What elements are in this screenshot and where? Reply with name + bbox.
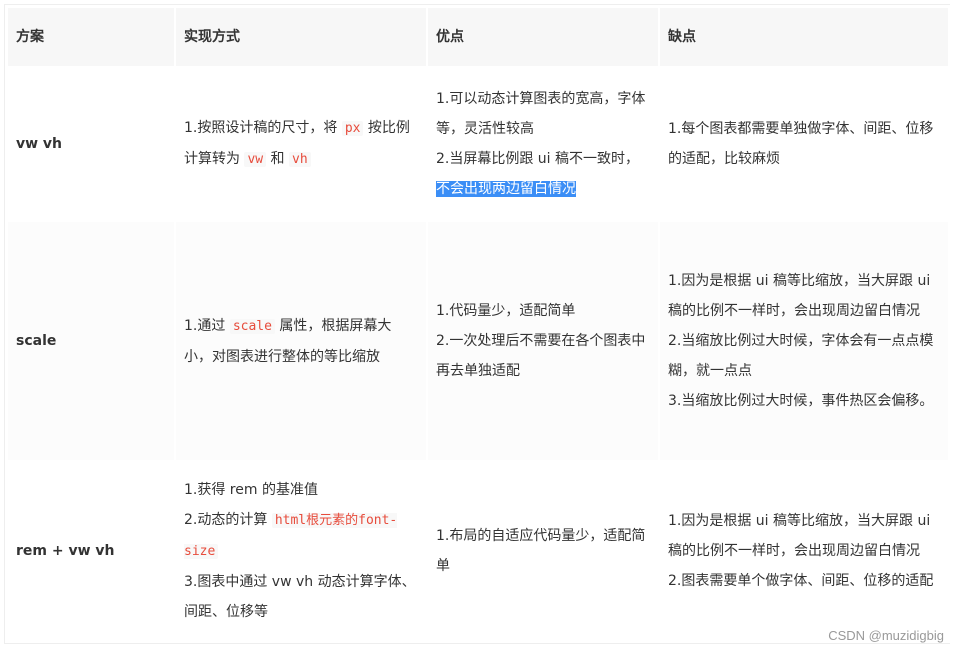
row-cons: 1.因为是根据 ui 稿等比缩放，当大屏跟 ui 稿的比例不一样时，会出现周边留… <box>660 222 948 460</box>
table-row: rem + vw vh 1.获得 rem 的基准值 2.动态的计算 html根元… <box>8 462 948 640</box>
row-cons: 1.每个图表都需要单独做字体、间距、位移的适配，比较麻烦 <box>660 68 948 220</box>
row-pros: 1.布局的自适应代码量少，适配简单 <box>428 462 658 640</box>
row-cons: 1.因为是根据 ui 稿等比缩放，当大屏跟 ui 稿的比例不一样时，会出现周边留… <box>660 462 948 640</box>
table-row: vw vh 1.按照设计稿的尺寸，将 px 按比例计算转为 vw 和 vh 1.… <box>8 68 948 220</box>
inline-code: vw <box>244 152 267 167</box>
table-header-row: 方案 实现方式 优点 缺点 <box>8 8 948 66</box>
row-pros: 1.可以动态计算图表的宽高，字体等，灵活性较高 2.当屏幕比例跟 ui 稿不一致… <box>428 68 658 220</box>
selected-text[interactable]: 不会出现两边留白情况 <box>436 181 576 197</box>
header-plan: 方案 <box>8 8 174 66</box>
header-pros: 优点 <box>428 8 658 66</box>
comparison-table: 方案 实现方式 优点 缺点 vw vh 1.按照设计稿的尺寸，将 px 按比例计… <box>6 6 950 642</box>
row-method: 1.通过 scale 属性，根据屏幕大小，对图表进行整体的等比缩放 <box>176 222 426 460</box>
row-method: 1.获得 rem 的基准值 2.动态的计算 html根元素的font-size … <box>176 462 426 640</box>
row-plan-name: scale <box>8 222 174 460</box>
header-cons: 缺点 <box>660 8 948 66</box>
inline-code: px <box>341 121 364 136</box>
row-plan-name: vw vh <box>8 68 174 220</box>
inline-code: vh <box>289 152 311 167</box>
row-pros: 1.代码量少，适配简单 2.一次处理后不需要在各个图表中再去单独适配 <box>428 222 658 460</box>
csdn-watermark: CSDN @muzidigbig <box>828 628 944 643</box>
row-plan-name: rem + vw vh <box>8 462 174 640</box>
header-method: 实现方式 <box>176 8 426 66</box>
table-row: scale 1.通过 scale 属性，根据屏幕大小，对图表进行整体的等比缩放 … <box>8 222 948 460</box>
inline-code: scale <box>229 318 275 334</box>
row-method: 1.按照设计稿的尺寸，将 px 按比例计算转为 vw 和 vh <box>176 68 426 220</box>
